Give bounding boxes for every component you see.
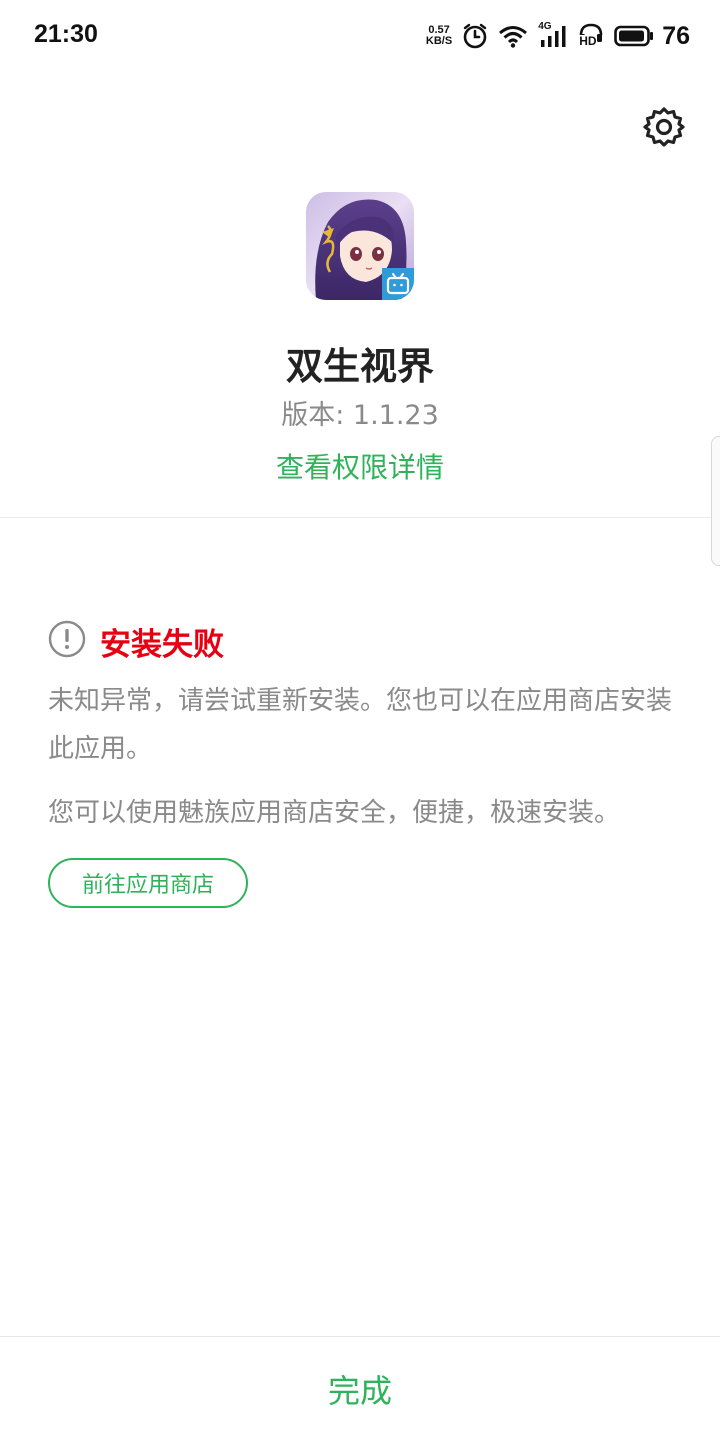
network-speed: 0.57 KB/S — [426, 25, 452, 47]
status-icons: 0.57 KB/S 4G HD 76 — [426, 20, 690, 52]
status-bar: 21:30 0.57 KB/S 4G HD 76 — [0, 0, 720, 72]
app-icon — [306, 192, 414, 300]
install-failed-title: 安装失败 — [100, 626, 224, 663]
alarm-icon — [462, 23, 488, 49]
wifi-icon — [498, 24, 528, 48]
signal-icon: 4G — [538, 21, 568, 49]
network-type-label: 4G — [538, 21, 552, 32]
app-store-tip: 您可以使用魅族应用商店安全，便捷，极速安装。 — [48, 798, 621, 828]
go-to-app-store-button[interactable]: 前往应用商店 — [48, 858, 248, 908]
hd-label: HD — [579, 34, 597, 48]
app-name: 双生视界 — [286, 345, 434, 388]
done-button[interactable]: 完成 — [0, 1337, 720, 1441]
battery-level: 76 — [662, 21, 690, 50]
install-result-header: 安装失败 — [48, 620, 224, 663]
gear-icon — [643, 106, 685, 152]
status-time: 21:30 — [34, 20, 98, 48]
network-speed-unit: KB/S — [425, 35, 453, 47]
bottom-bar: 完成 — [0, 1336, 720, 1441]
battery-icon — [614, 25, 654, 47]
view-permissions-link[interactable]: 查看权限详情 — [0, 446, 720, 486]
exclamation-circle-icon — [48, 620, 86, 662]
install-failed-message: 未知异常，请尝试重新安装。您也可以在应用商店安装此应用。 — [48, 686, 673, 764]
edge-gesture-handle[interactable] — [711, 436, 720, 566]
settings-button[interactable] — [640, 105, 688, 153]
app-version: 版本: 1.1.23 — [281, 400, 439, 431]
section-divider — [0, 517, 720, 518]
hd-icon: HD — [578, 23, 604, 49]
